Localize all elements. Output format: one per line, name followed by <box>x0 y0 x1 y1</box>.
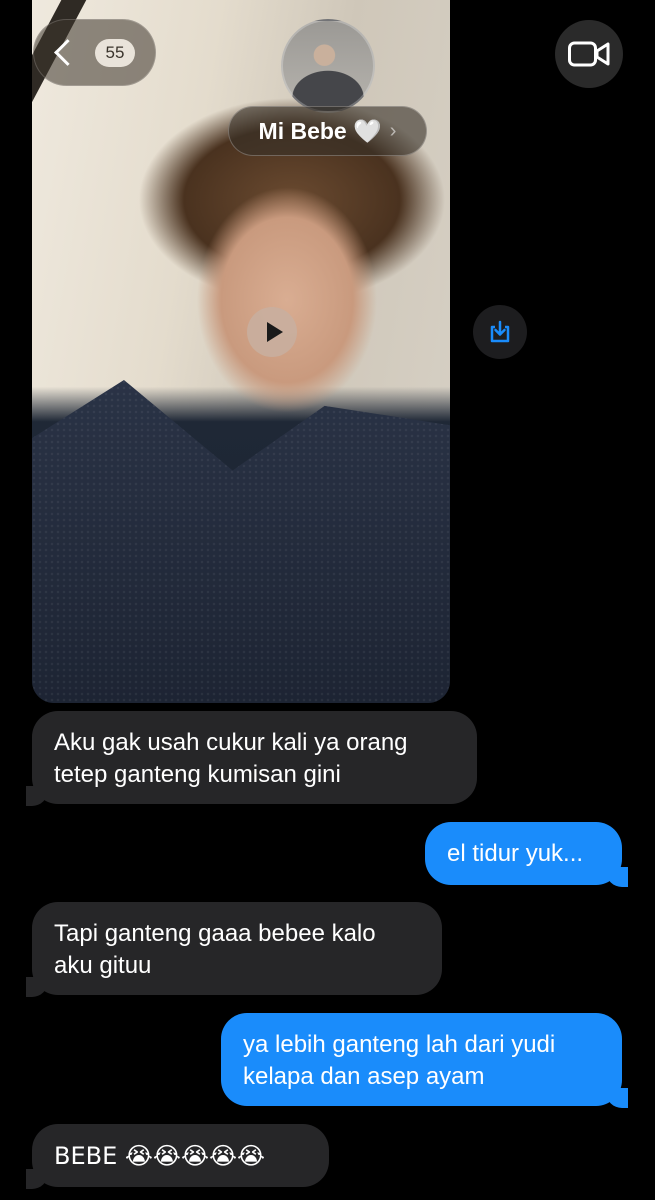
save-button[interactable] <box>473 305 527 359</box>
video-camera-icon <box>568 41 610 67</box>
message-bubble-incoming[interactable]: Tapi ganteng gaaa bebee kalo aku gituu <box>26 902 442 997</box>
message-bubble-outgoing[interactable]: el tidur yuk... <box>425 822 628 887</box>
back-button[interactable]: 55 <box>33 19 156 86</box>
message-bubble-incoming[interactable]: Aku gak usah cukur kali ya orang tetep g… <box>26 711 477 806</box>
message-text: el tidur yuk... <box>447 840 584 867</box>
unread-count-badge: 55 <box>95 38 135 67</box>
message-text: Tapi ganteng gaaa bebee kalo aku gituu <box>54 920 376 979</box>
contact-name-button[interactable]: Mi Bebe 🤍 › <box>228 106 427 156</box>
contact-name: Mi Bebe 🤍 <box>258 117 382 144</box>
video-call-button[interactable] <box>555 20 623 88</box>
message-text: Aku gak usah cukur kali ya orang tetep g… <box>54 729 408 788</box>
chevron-left-icon <box>54 39 81 66</box>
play-icon[interactable] <box>247 307 297 357</box>
message-text: BEBE 😭😭😭😭😭 <box>54 1142 266 1170</box>
message-text: ya lebih ganteng lah dari yudi kelapa da… <box>243 1031 556 1090</box>
message-bubble-incoming[interactable]: BEBE 😭😭😭😭😭 <box>26 1124 329 1189</box>
message-bubble-outgoing[interactable]: ya lebih ganteng lah dari yudi kelapa da… <box>221 1013 628 1108</box>
save-download-icon <box>490 320 510 343</box>
video-subject-shirt <box>32 380 450 703</box>
chevron-right-icon: › <box>389 119 397 142</box>
avatar[interactable] <box>281 19 375 113</box>
